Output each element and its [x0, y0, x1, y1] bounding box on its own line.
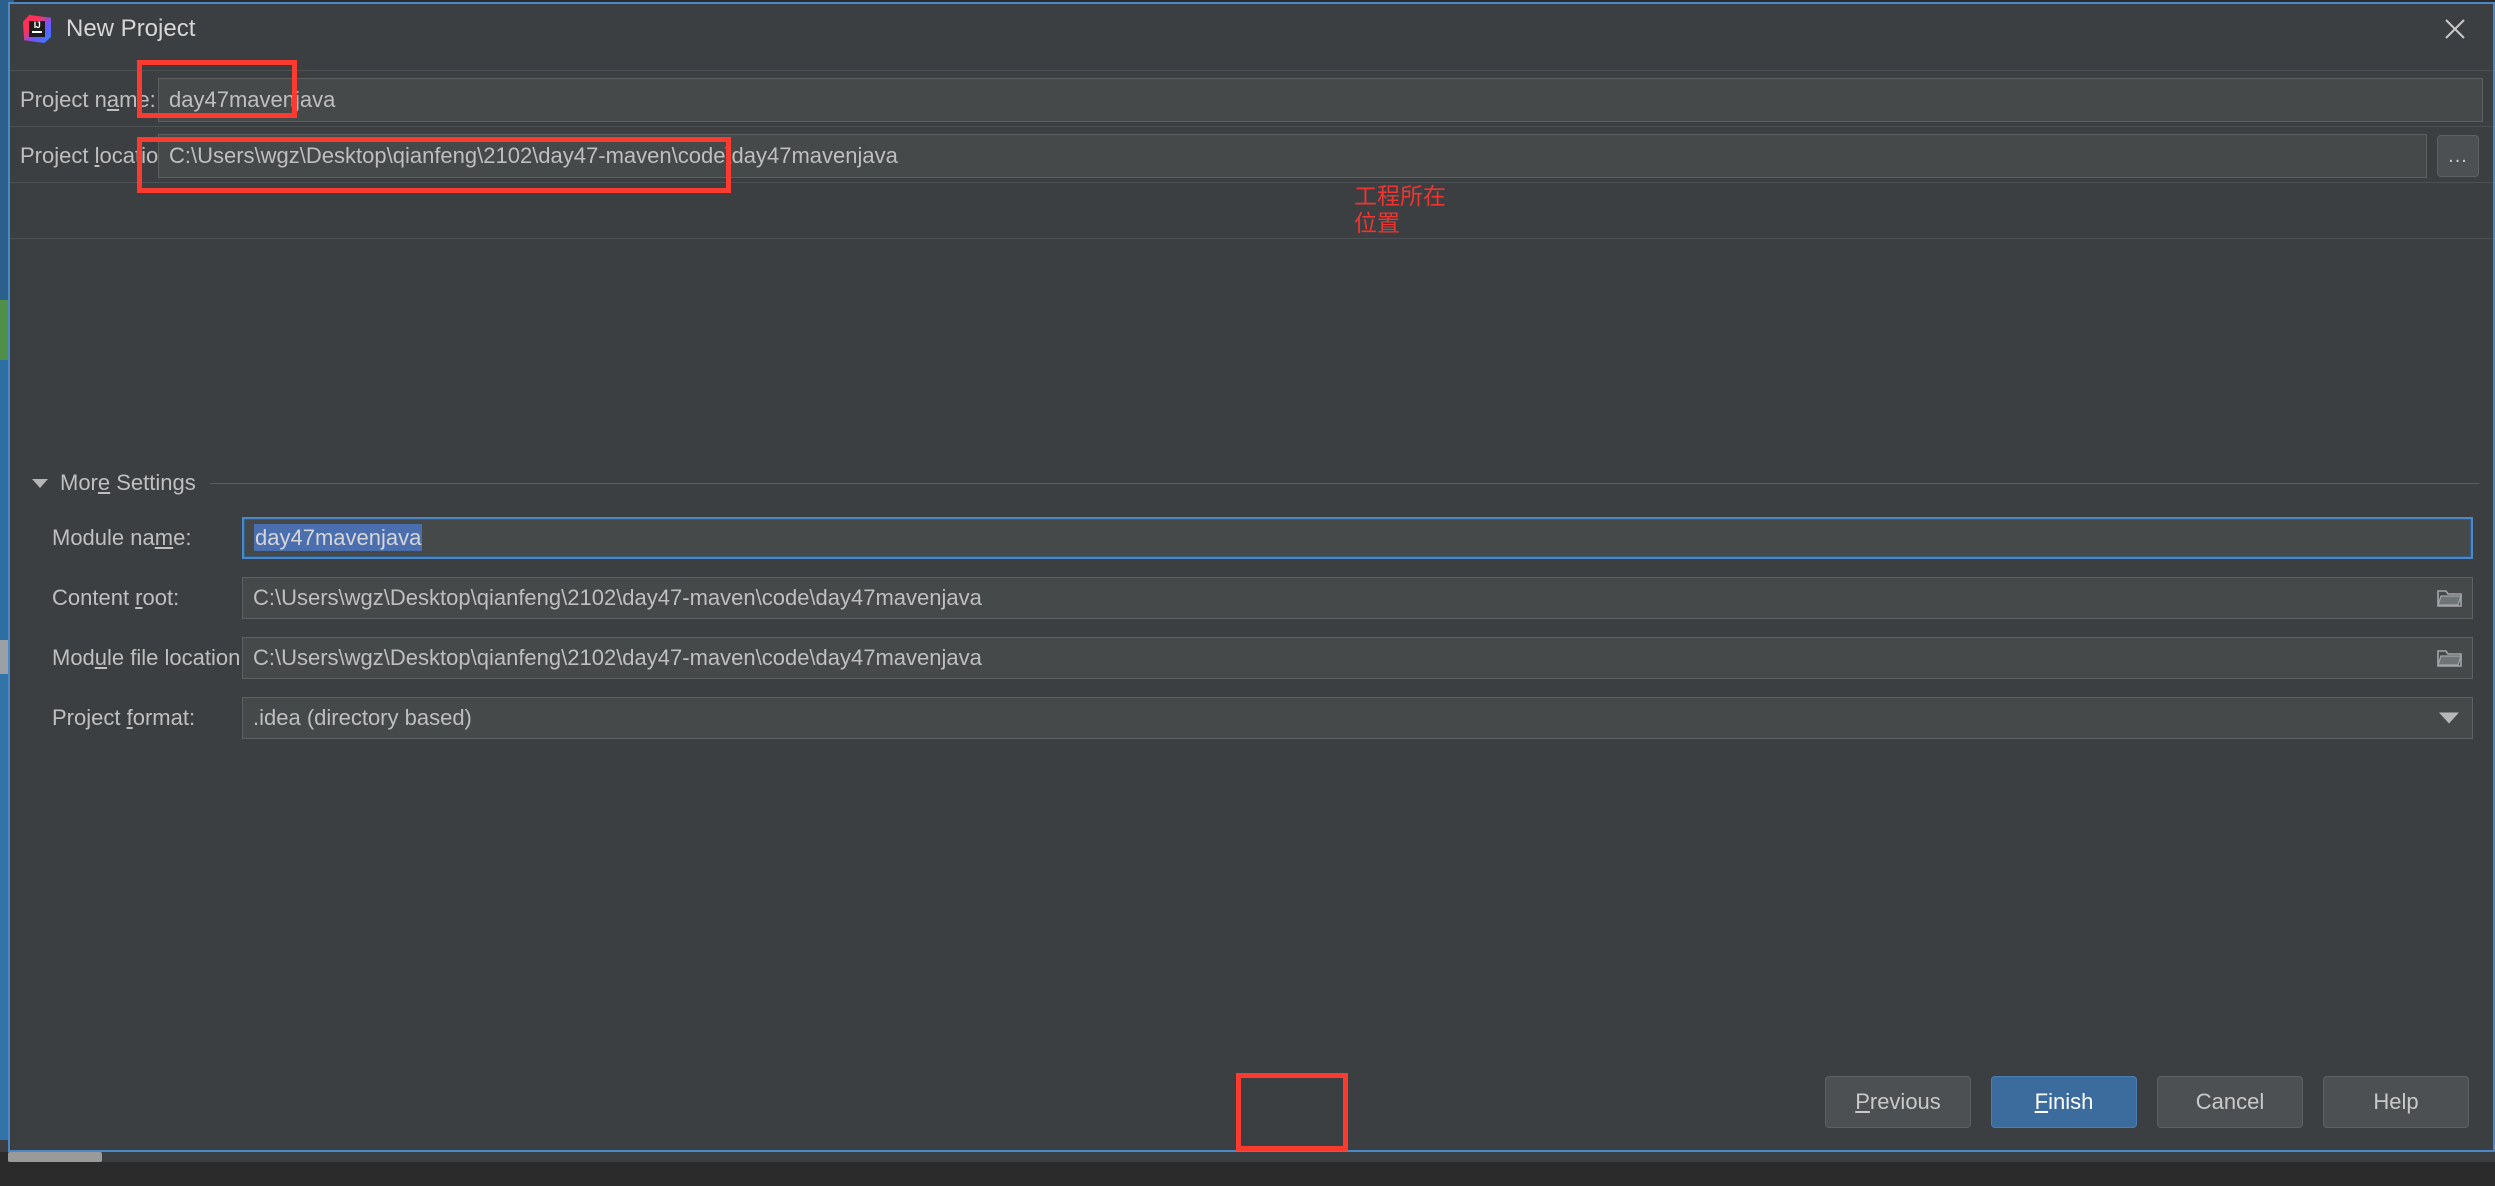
project-format-label: Project format: [52, 705, 196, 730]
dialog-title: New Project [66, 15, 196, 42]
close-icon[interactable] [2427, 6, 2483, 52]
content-root-label: Content root: [52, 585, 180, 610]
separator-line [10, 70, 2493, 71]
module-file-location-control: C:\Users\wgz\Desktop\qianfeng\2102\day47… [242, 637, 2473, 679]
project-name-input[interactable]: day47mavenjava [158, 78, 2483, 122]
more-settings-section: More Settings Module name: day47mavenjav… [10, 454, 2493, 1054]
horizontal-scrollbar-track[interactable] [8, 1152, 2495, 1162]
logo-ij-text: IJ [33, 20, 41, 30]
project-location-row: Project location: C:\Users\wgz\Desktop\q… [10, 128, 2493, 184]
project-name-row: Project name: day47mavenjava [10, 72, 2493, 128]
module-file-location-row: Module file location: C:\Users\wgz\Deskt… [20, 636, 2483, 680]
project-location-label: Project location: [20, 143, 177, 168]
logo-underline [32, 31, 42, 33]
content-root-input[interactable]: C:\Users\wgz\Desktop\qianfeng\2102\day47… [242, 577, 2473, 619]
folder-icon[interactable] [2437, 587, 2463, 609]
dialog-titlebar: IJ New Project [10, 4, 2493, 54]
previous-button[interactable]: Previous [1825, 1076, 1971, 1128]
header-rule [209, 482, 2479, 484]
help-button[interactable]: Help [2323, 1076, 2469, 1128]
more-settings-label: More Settings [60, 470, 196, 495]
module-name-row: Module name: day47mavenjava [20, 516, 2483, 560]
project-location-input[interactable]: C:\Users\wgz\Desktop\qianfeng\2102\day47… [158, 134, 2427, 178]
content-root-row: Content root: C:\Users\wgz\Desktop\qianf… [20, 576, 2483, 620]
project-name-label: Project name: [20, 87, 156, 112]
chevron-down-icon [32, 478, 48, 488]
project-format-select[interactable]: .idea (directory based) [242, 697, 2473, 739]
cancel-button[interactable]: Cancel [2157, 1076, 2303, 1128]
separator-line [10, 238, 2493, 239]
module-file-location-label: Module file location: [52, 645, 247, 670]
project-basics-section: Project name: day47mavenjava Project loc… [10, 54, 2493, 454]
project-location-field-wrap: C:\Users\wgz\Desktop\qianfeng\2102\day47… [158, 134, 2427, 178]
browse-location-button[interactable]: ... [2437, 135, 2479, 177]
separator-line [10, 182, 2493, 183]
content-root-control: C:\Users\wgz\Desktop\qianfeng\2102\day47… [242, 577, 2473, 619]
finish-button[interactable]: Finish [1991, 1076, 2137, 1128]
project-format-row: Project format: .idea (directory based) [20, 696, 2483, 740]
module-name-input[interactable]: day47mavenjava [242, 517, 2473, 559]
project-name-field-wrap: day47mavenjava [158, 78, 2483, 122]
module-name-label: Module name: [52, 525, 192, 550]
new-project-dialog: IJ New Project Project name: day47mavenj… [8, 2, 2495, 1152]
more-settings-header[interactable]: More Settings [32, 466, 2483, 500]
annotation-text: 工程所在 位置 [1354, 184, 1446, 237]
intellij-idea-logo-icon: IJ [22, 14, 52, 44]
project-format-control: .idea (directory based) [242, 697, 2473, 739]
chevron-down-icon[interactable] [2439, 712, 2459, 724]
folder-icon[interactable] [2437, 647, 2463, 669]
dialog-button-bar: Previous Finish Cancel Help [10, 1054, 2493, 1150]
module-file-location-input[interactable]: C:\Users\wgz\Desktop\qianfeng\2102\day47… [242, 637, 2473, 679]
separator-line [10, 126, 2493, 127]
module-name-control: day47mavenjava [242, 517, 2473, 559]
selected-text: day47mavenjava [254, 524, 423, 551]
horizontal-scrollbar-thumb[interactable] [8, 1152, 102, 1162]
